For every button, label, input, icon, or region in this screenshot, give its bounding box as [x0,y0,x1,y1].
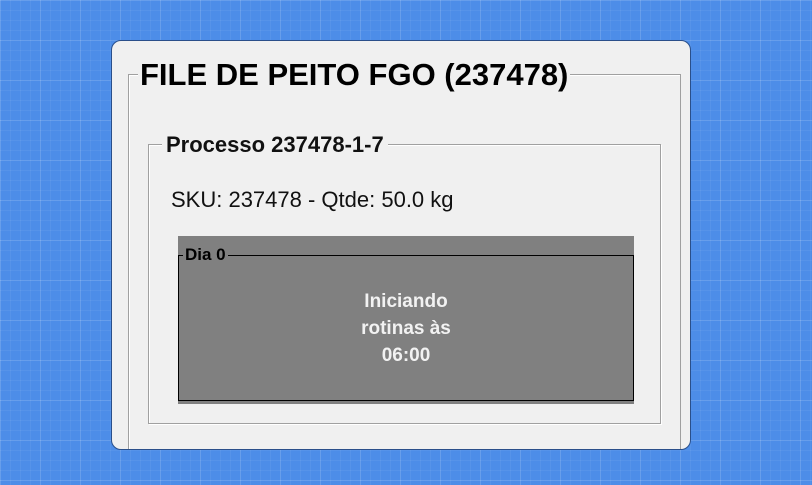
product-window: FILE DE PEITO FGO (237478) Processo 2374… [111,40,691,450]
product-title: FILE DE PEITO FGO (237478) [138,57,571,93]
day-status-line: Iniciando [364,291,448,312]
day-status-line: rotinas às [361,318,451,339]
process-title: Processo 237478-1-7 [162,131,388,159]
day-panel: Dia 0 Iniciando rotinas às 06:00 [178,236,634,404]
sku-quantity-label: SKU: 237478 - Qtde: 50.0 kg [171,187,454,212]
day-status-text: Iniciando rotinas às 06:00 [178,288,634,369]
day-status-line: 06:00 [381,345,431,366]
day-title: Dia 0 [183,244,228,266]
